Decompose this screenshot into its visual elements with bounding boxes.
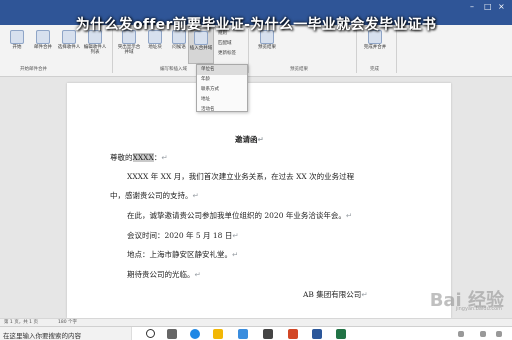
document-page: 邀请函↵ 尊敬的XXXX：↵ XXXX 年 XX 月，我们首次建立业务关系，在过…: [67, 83, 451, 318]
cortana-icon[interactable]: [146, 329, 155, 338]
doc-closing: 期待贵公司的光临。↵: [127, 270, 201, 279]
group-label-write-insert: 编写和插入域: [160, 67, 187, 72]
merge-field-dropdown: 单位名 年龄 联系方式 地址 活动名: [196, 64, 248, 112]
merge-field-name[interactable]: XXXX: [132, 153, 154, 162]
word-icon[interactable]: [312, 329, 322, 339]
maximize-icon[interactable]: □: [484, 2, 492, 11]
dropdown-item-contact[interactable]: 联系方式: [197, 85, 247, 95]
dropdown-item-company[interactable]: 单位名: [197, 65, 247, 75]
doc-location: 地点：上海市静安区静安礼堂。↵: [127, 250, 239, 259]
doc-paragraph-1-line-2: 中，感谢贵公司的支持。↵: [110, 191, 199, 200]
notification-icon[interactable]: [458, 331, 464, 337]
group-label-preview: 预览结果: [290, 67, 308, 72]
doc-paragraph-2: 在此，诚挚邀请贵公司参加我单位组织的 2020 年业务洽谈年会。↵: [127, 211, 353, 220]
group-divider: [112, 29, 113, 73]
watermark: Bai 经验 jingyan.baidu.com: [429, 290, 504, 312]
group-divider: [356, 29, 357, 73]
taskbar-search-box[interactable]: 在这里输入你要搜索的内容: [0, 327, 132, 340]
store-icon[interactable]: [238, 329, 248, 339]
search-placeholder: 在这里输入你要搜索的内容: [3, 332, 81, 340]
group-divider: [396, 29, 397, 73]
update-labels-item[interactable]: 更新标签: [218, 51, 236, 56]
minimize-icon[interactable]: –: [470, 2, 474, 11]
dropdown-item-address[interactable]: 地址: [197, 95, 247, 105]
file-explorer-icon[interactable]: [213, 329, 223, 339]
title-bar: – □ ×: [0, 0, 512, 14]
app-icon[interactable]: [263, 329, 273, 339]
powerpoint-icon[interactable]: [288, 329, 298, 339]
doc-title: 邀请函↵: [235, 135, 264, 144]
group-divider: [248, 29, 249, 73]
task-view-icon[interactable]: [167, 329, 177, 339]
group-label-finish: 完成: [370, 67, 379, 72]
taskbar: 在这里输入你要搜索的内容: [0, 326, 512, 340]
close-icon[interactable]: ×: [498, 2, 505, 11]
doc-paragraph-1-line-1: XXXX 年 XX 月，我们首次建立业务关系，在过去 XX 次的业务过程: [127, 172, 355, 181]
headline-overlay: 为什么发offer前要毕业证-为什么一毕业就会发毕业证书: [75, 17, 437, 33]
match-fields-item[interactable]: 匹配域: [218, 41, 232, 46]
volume-icon[interactable]: [480, 331, 486, 337]
excel-icon[interactable]: [336, 329, 346, 339]
doc-signature: AB 集团有限公司↵: [303, 290, 368, 299]
dropdown-item-age[interactable]: 年龄: [197, 75, 247, 85]
edge-browser-icon[interactable]: [190, 329, 200, 339]
group-label-start-merge: 开始邮件合并: [20, 67, 47, 72]
status-bar: 第 1 页，共 1 页 180 个字: [0, 318, 512, 326]
network-icon[interactable]: [496, 331, 502, 337]
dropdown-item-event[interactable]: 活动名: [197, 105, 247, 115]
doc-salutation: 尊敬的XXXX：↵: [110, 153, 168, 162]
doc-meeting-time: 会议时间：2020 年 5 月 18 日↵: [127, 231, 239, 240]
